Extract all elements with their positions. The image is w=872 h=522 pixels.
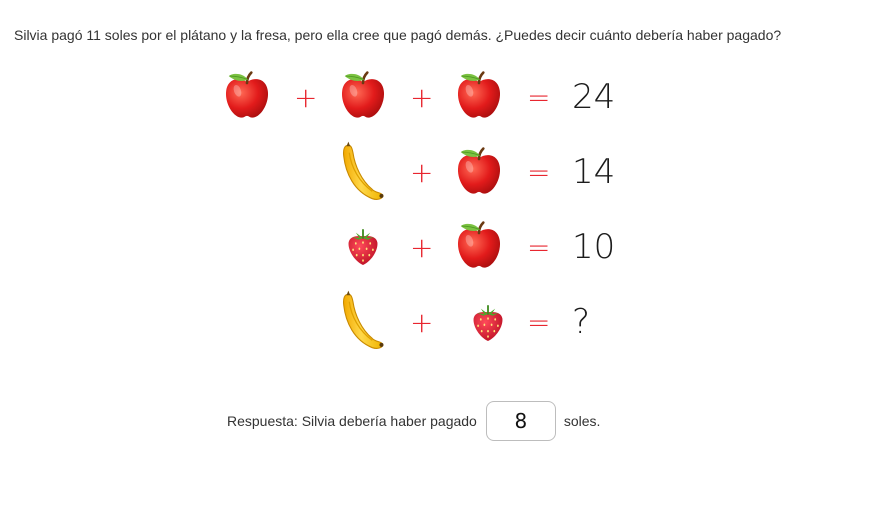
- plus-operator: +: [410, 81, 434, 114]
- apple-icon: [453, 220, 505, 272]
- plus-operator: +: [410, 231, 434, 264]
- result-value: 10: [572, 227, 616, 267]
- equals-sign: =: [527, 81, 551, 114]
- question-text: Silvia pagó 11 soles por el plátano y la…: [14, 27, 782, 43]
- equals-sign: =: [527, 231, 551, 264]
- answer-suffix: soles.: [563, 413, 601, 429]
- strawberry-icon: [470, 302, 506, 344]
- result-value: 24: [572, 77, 616, 117]
- banana-icon: [341, 139, 387, 205]
- answer-prefix: Respuesta: Silvia debería haber pagado: [227, 413, 477, 429]
- banana-icon: [341, 288, 387, 354]
- apple-icon: [221, 70, 273, 122]
- plus-operator: +: [410, 156, 434, 189]
- apple-icon: [453, 70, 505, 122]
- result-value: 14: [572, 152, 616, 192]
- unknown-value: ?: [572, 302, 591, 342]
- answer-row: Respuesta: Silvia debería haber pagado s…: [227, 399, 600, 443]
- equals-sign: =: [527, 306, 551, 339]
- apple-icon: [337, 70, 389, 122]
- strawberry-icon: [345, 226, 381, 268]
- plus-operator: +: [294, 81, 318, 114]
- answer-input[interactable]: [485, 401, 556, 441]
- plus-operator: +: [410, 306, 434, 339]
- equals-sign: =: [527, 156, 551, 189]
- apple-icon: [453, 146, 505, 198]
